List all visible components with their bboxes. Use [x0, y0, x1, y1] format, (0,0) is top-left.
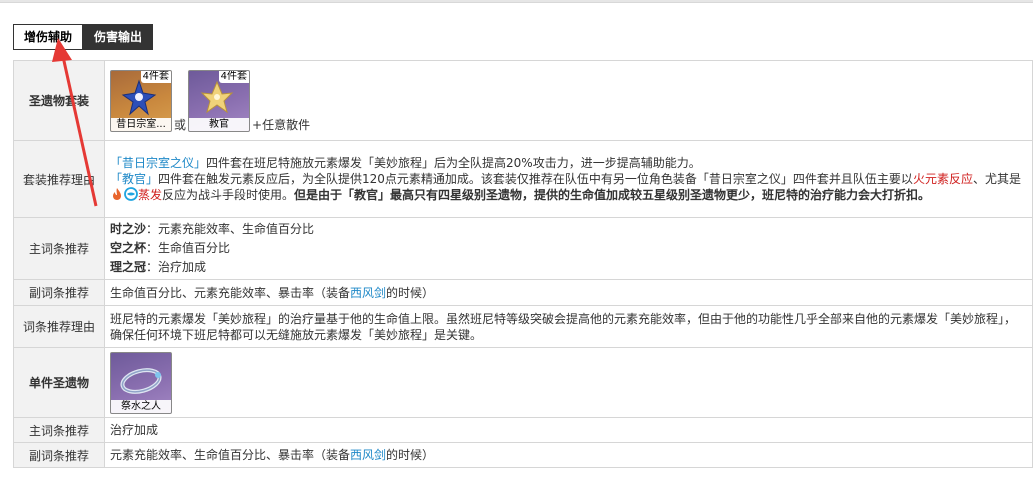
set-link[interactable]: 「教官」 — [110, 172, 158, 186]
weapon-link[interactable]: 西风剑 — [350, 286, 386, 300]
single-main-label: 主词条推荐 — [13, 417, 105, 443]
set-reason-text: 反应为战斗手段时使用。 — [162, 188, 295, 202]
stat-reason-text: 班尼特的元素爆发「美妙旅程」的治疗量基于他的生命值上限。虽然班尼特等级突破会提高… — [104, 305, 1033, 348]
extra-text: +任意散件 — [252, 117, 311, 132]
set-artifacts: 4件套 昔日宗室... 或 4件套 教官 +任意散件 — [110, 69, 1027, 132]
set-label: 圣遗物套装 — [13, 60, 105, 141]
set-reason-label: 套装推荐理由 — [13, 140, 105, 218]
set-badge: 4件套 — [218, 70, 250, 83]
single-sub-label: 副词条推荐 — [13, 442, 105, 468]
artifact-card[interactable]: 祭水之人 — [110, 351, 172, 414]
hydro-icon — [124, 187, 138, 201]
sub-stats-text: 的时候） — [386, 285, 435, 300]
stat-value: ：生命值百分比 — [146, 241, 231, 255]
weapon-link[interactable]: 西风剑 — [350, 448, 386, 462]
main-stats-label: 主词条推荐 — [13, 217, 105, 280]
sub-stats-label: 副词条推荐 — [13, 279, 105, 306]
sub-stats-row: 副词条推荐 生命值百分比、元素充能效率、暴击率（装备西风剑的时候） — [13, 279, 1033, 306]
tab-support[interactable]: 增伤辅助 — [13, 24, 84, 50]
pyro-icon — [113, 188, 121, 200]
artifact-card[interactable]: 4件套 昔日宗室... — [110, 69, 172, 132]
or-text: 或 — [174, 117, 187, 132]
artifact-card[interactable]: 4件套 教官 — [188, 69, 251, 132]
single-label: 单件圣遗物 — [13, 347, 105, 418]
artifact-name: 昔日宗室... — [111, 117, 171, 131]
stat-reason-row: 词条推荐理由 班尼特的元素爆发「美妙旅程」的治疗量基于他的生命值上限。虽然班尼特… — [13, 305, 1033, 348]
pyro-reaction-text: 火元素反应 — [912, 172, 973, 186]
sub-stats-text: 的时候） — [386, 448, 435, 462]
set-reason-text: 四件套在班尼特施放元素爆发「美妙旅程」后为全队提高20%攻击力，进一步提高辅助能… — [206, 156, 701, 170]
set-reason-bold-text: 但是由于「教官」最高只有四星级别圣遗物，提供的生命值加成较五星级别圣遗物更少，班… — [294, 188, 931, 202]
stat-reason-label: 词条推荐理由 — [13, 305, 105, 348]
set-reason-text: 、尤其是 — [972, 172, 1021, 186]
set-reason-row: 套装推荐理由 「昔日宗室之仪」四件套在班尼特施放元素爆发「美妙旅程」后为全队提高… — [13, 140, 1033, 218]
sub-stats-text: 元素充能效率、生命值百分比、暴击率（装备 — [110, 448, 351, 462]
stat-value: ：元素充能效率、生命值百分比 — [146, 222, 315, 236]
build-table: 圣遗物套装 4件套 昔日宗室... 或 4件套 教官 +任意散件 套装推荐理由 … — [13, 60, 1033, 468]
set-reason-text: 四件套在触发元素反应后，为全队提供120点元素精通加成。该套装仅推荐在队伍中有另… — [158, 172, 913, 186]
stat-value: ：治疗加成 — [146, 260, 207, 274]
stat-key: 理之冠 — [110, 260, 147, 274]
single-main-row: 主词条推荐 治疗加成 — [13, 417, 1033, 443]
stat-key: 空之杯 — [110, 241, 147, 255]
single-sub-row: 副词条推荐 元素充能效率、生命值百分比、暴击率（装备西风剑的时候） — [13, 442, 1033, 468]
tab-bar: 增伤辅助 伤害输出 — [13, 24, 154, 50]
top-border — [0, 0, 1033, 3]
set-row: 圣遗物套装 4件套 昔日宗室... 或 4件套 教官 +任意散件 — [13, 60, 1033, 141]
tab-dps[interactable]: 伤害输出 — [83, 24, 154, 50]
main-stats-row: 主词条推荐 时之沙：元素充能效率、生命值百分比 空之杯：生命值百分比 理之冠：治… — [13, 217, 1033, 280]
artifact-name: 祭水之人 — [111, 399, 171, 413]
single-row: 单件圣遗物 祭水之人 — [13, 347, 1033, 418]
set-badge: 4件套 — [140, 70, 171, 83]
stat-key: 时之沙 — [110, 222, 147, 236]
set-link[interactable]: 「昔日宗室之仪」 — [110, 156, 206, 170]
sub-stats-text: 生命值百分比、元素充能效率、暴击率（装备 — [110, 285, 351, 300]
vaporize-text: 蒸发 — [138, 188, 163, 202]
single-main-value: 治疗加成 — [104, 417, 1033, 443]
artifact-name: 教官 — [189, 117, 250, 131]
